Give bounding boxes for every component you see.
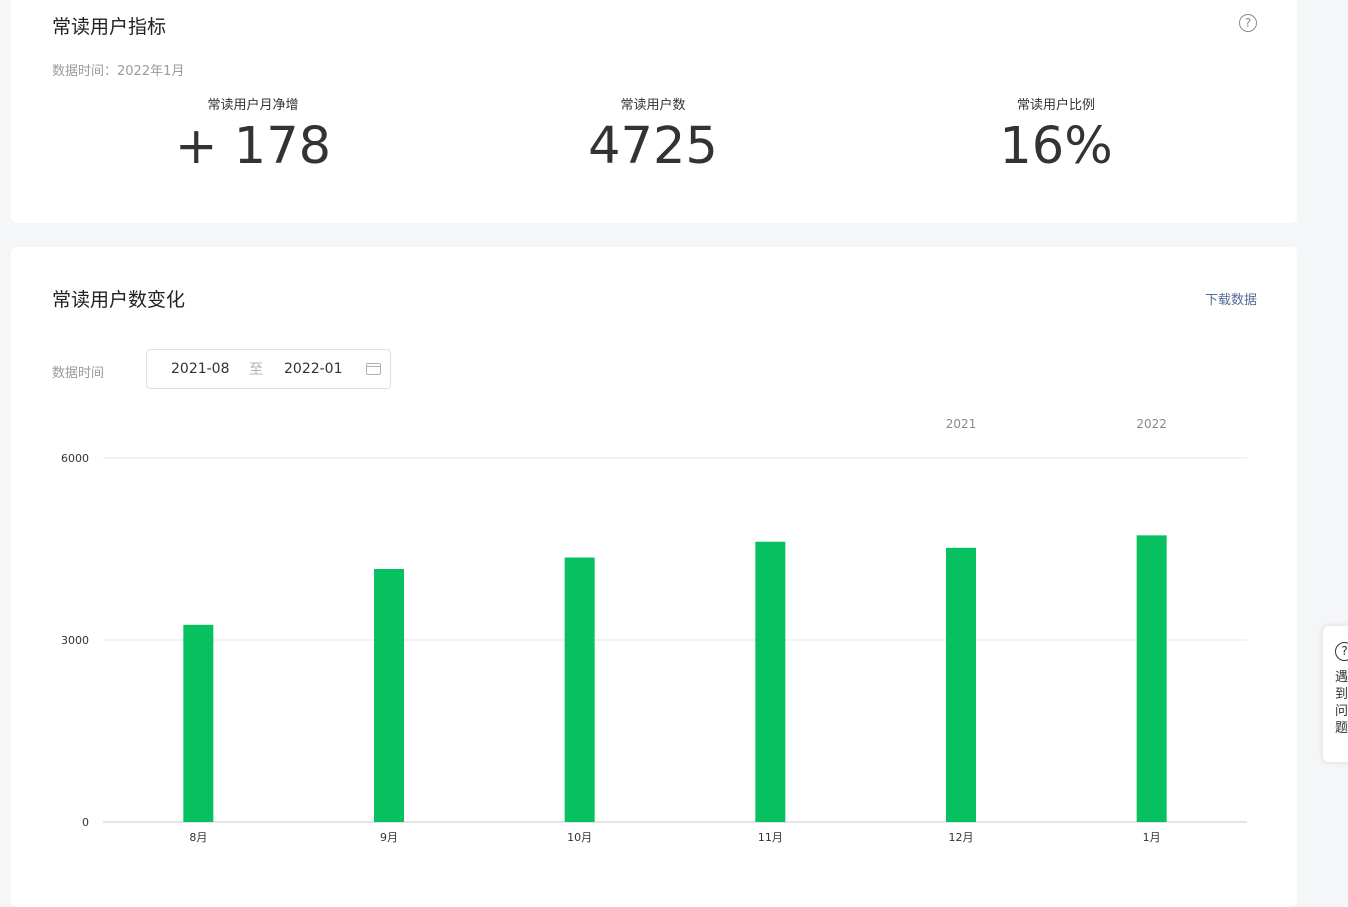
metric-value: 16% — [999, 117, 1113, 176]
question-icon: ? — [1335, 642, 1348, 661]
calendar-icon[interactable] — [366, 363, 381, 375]
metric-net-increase: 常读用户月净增 + 178 — [103, 94, 403, 177]
help-icon[interactable]: ? — [1239, 14, 1257, 32]
date-filter-label: 数据时间 — [52, 366, 105, 381]
metric-value: + 178 — [174, 117, 332, 176]
metrics-card: 常读用户指标 ? 数据时间：2022年1月 常读用户月净增 + 178 常读用户… — [11, 0, 1297, 223]
x-tick-label: 9月 — [380, 831, 398, 844]
x-tick-label: 11月 — [758, 831, 783, 844]
metric-label: 常读用户数 — [620, 98, 686, 113]
y-tick-label: 6000 — [61, 452, 89, 465]
bar-chart: 0 3000 6000 8月 9月 10月 11月 12月 1月 2021 2022 — [61, 417, 1247, 844]
download-data-link[interactable]: 下载数据 — [1205, 289, 1257, 308]
x-tick-label: 12月 — [949, 831, 974, 844]
date-range-picker[interactable]: 2021-08 至 2022-01 — [146, 349, 391, 389]
metric-label: 常读用户比例 — [1016, 98, 1095, 113]
bar — [564, 557, 595, 822]
y-tick-label: 0 — [82, 816, 89, 829]
floating-help-widget[interactable]: ? 遇到问题 — [1323, 626, 1348, 762]
date-separator: 至 — [249, 362, 263, 378]
bar — [755, 541, 786, 822]
bar — [374, 569, 404, 822]
trend-card: 常读用户数变化 下载数据 数据时间 2021-08 至 2022-01 0 300… — [11, 247, 1297, 907]
x-tick-label: 10月 — [567, 831, 592, 844]
metric-value: 4725 — [588, 117, 718, 176]
metric-user-ratio: 常读用户比例 16% — [906, 94, 1206, 177]
year-label: 2022 — [1136, 417, 1167, 431]
bar — [1136, 535, 1167, 822]
metric-user-count: 常读用户数 4725 — [503, 94, 803, 177]
metrics-title: 常读用户指标 — [52, 16, 167, 38]
trend-title: 常读用户数变化 — [52, 289, 186, 311]
data-time-label: 数据时间：2022年1月 — [52, 64, 185, 79]
x-tick-label: 8月 — [189, 831, 207, 844]
year-label: 2021 — [946, 417, 977, 431]
y-tick-label: 3000 — [61, 634, 89, 647]
metric-label: 常读用户月净增 — [207, 98, 299, 113]
x-tick-label: 1月 — [1143, 831, 1161, 844]
date-end[interactable]: 2022-01 — [284, 361, 364, 377]
bar — [946, 547, 976, 822]
bar — [183, 624, 214, 822]
floating-help-text: 遇到问题 — [1335, 670, 1348, 736]
date-start[interactable]: 2021-08 — [171, 361, 241, 377]
